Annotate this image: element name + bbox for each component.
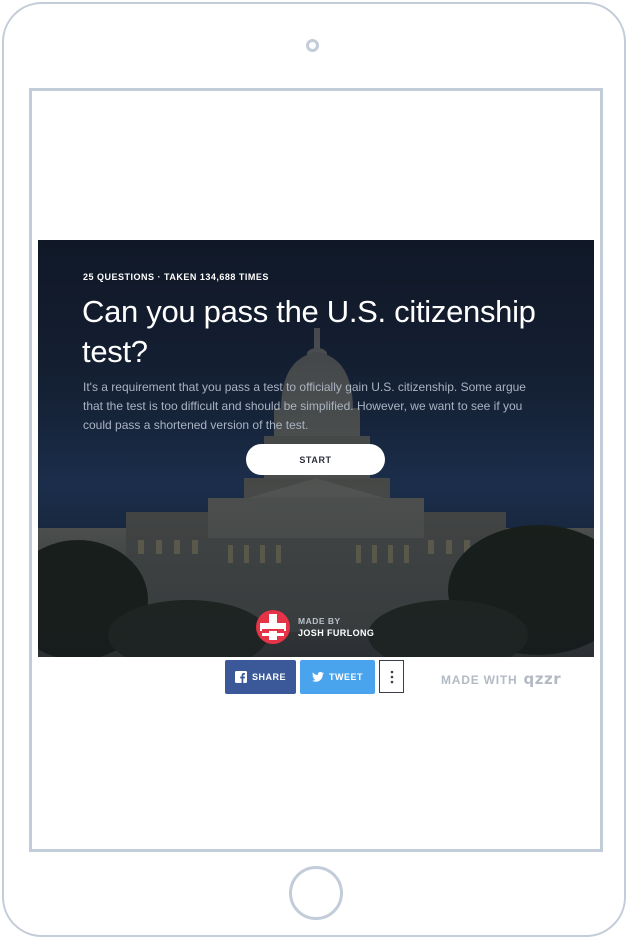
made-with-qzzr-link[interactable]: MADE WITH qzzr xyxy=(441,670,562,689)
made-with-label: MADE WITH xyxy=(441,673,518,687)
twitter-bird-icon xyxy=(312,672,324,682)
author-name[interactable]: JOSH FURLONG xyxy=(298,628,374,638)
quiz-cover: 25 QUESTIONS · TAKEN 134,688 TIMES Can y… xyxy=(38,240,594,657)
facebook-icon xyxy=(234,671,247,683)
quiz-meta: 25 QUESTIONS · TAKEN 134,688 TIMES xyxy=(83,272,269,282)
home-button[interactable] xyxy=(289,866,343,920)
quiz-title: Can you pass the U.S. citizenship test? xyxy=(82,294,536,369)
author-avatar-icon[interactable] xyxy=(256,610,290,644)
quiz-description: It's a requirement that you pass a test … xyxy=(83,380,526,432)
facebook-share-label: SHARE xyxy=(251,672,286,682)
twitter-tweet-button[interactable]: TWEET xyxy=(300,660,375,694)
camera-icon xyxy=(306,39,319,52)
start-button[interactable]: START xyxy=(246,444,385,475)
more-options-button[interactable] xyxy=(379,660,404,693)
twitter-tweet-label: TWEET xyxy=(329,672,363,682)
made-by-label: MADE BY xyxy=(298,616,341,626)
vertical-ellipsis-icon xyxy=(390,670,393,683)
qzzr-logo: qzzr xyxy=(523,670,562,688)
facebook-share-button[interactable]: SHARE xyxy=(225,660,296,694)
